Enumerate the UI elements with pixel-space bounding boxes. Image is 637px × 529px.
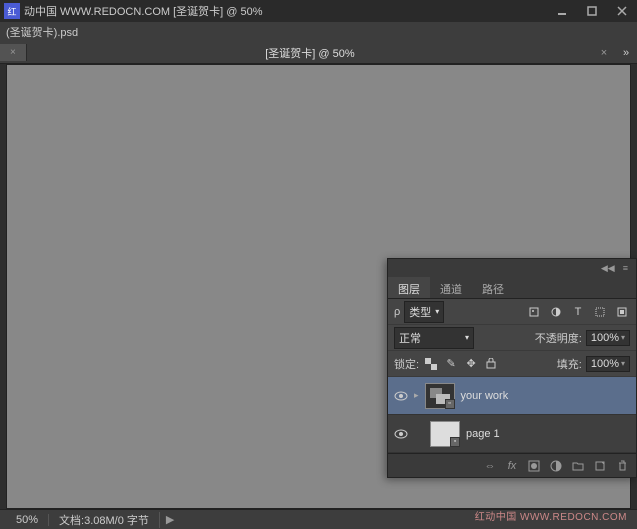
layer-thumbnail[interactable]: ▫ (425, 383, 455, 409)
status-bar: 50% 文档:3.08M/0 字节 ▶ (0, 509, 637, 529)
smart-object-badge-icon: ▫ (450, 437, 460, 447)
document-info: 文档:3.08M/0 字节 (49, 512, 160, 528)
layer-thumbnail[interactable]: ▫ (430, 421, 460, 447)
lock-transparency-icon[interactable] (423, 356, 439, 372)
close-button[interactable] (607, 0, 637, 22)
layer-row[interactable]: ▫ page 1 (388, 415, 636, 453)
opacity-value: 100% (591, 332, 619, 344)
layers-list: ▸ ▫ your work ▫ page 1 (388, 377, 636, 453)
layers-panel-footer: ⇔ fx (388, 453, 636, 477)
fill-label: 填充: (557, 356, 582, 372)
layer-mask-icon[interactable] (526, 458, 542, 474)
visibility-toggle[interactable] (394, 389, 408, 403)
filter-type-icon[interactable]: T (570, 304, 586, 320)
adjustment-layer-icon[interactable] (548, 458, 564, 474)
minimize-button[interactable] (547, 0, 577, 22)
tab-layers[interactable]: 图层 (388, 277, 430, 298)
smart-object-badge-icon: ▫ (445, 399, 455, 409)
document-tab[interactable]: × (0, 44, 27, 61)
fill-field[interactable]: 100% ▾ (586, 356, 630, 372)
status-menu-arrow[interactable]: ▶ (160, 513, 180, 526)
maximize-button[interactable] (577, 0, 607, 22)
chevron-down-icon: ▾ (621, 359, 625, 368)
zoom-level[interactable]: 50% (6, 514, 49, 526)
lock-paint-icon[interactable]: ✎ (443, 356, 459, 372)
maximize-icon (587, 6, 597, 16)
filter-shape-icon[interactable] (592, 304, 608, 320)
app-logo: 红 (4, 3, 20, 19)
lock-all-icon[interactable] (483, 356, 499, 372)
filter-pixel-icon[interactable] (526, 304, 542, 320)
filter-adjust-icon[interactable] (548, 304, 564, 320)
blend-mode-select[interactable]: 正常 ▾ (394, 327, 474, 349)
document-tab-label: [圣诞贺卡] @ 50% (27, 45, 593, 61)
new-layer-icon[interactable] (592, 458, 608, 474)
layer-name[interactable]: page 1 (466, 428, 500, 440)
opacity-field[interactable]: 100% ▾ (586, 330, 630, 346)
close-icon (617, 6, 627, 16)
filter-search-icon: ρ (394, 306, 400, 318)
layer-filter-type[interactable]: 类型 ▾ (404, 301, 444, 323)
layer-filter-label: 类型 (409, 304, 431, 320)
link-layers-icon[interactable]: ⇔ (482, 458, 498, 474)
panel-menu-icon[interactable]: ≡ (619, 263, 632, 273)
window-controls (547, 0, 637, 22)
document-filename: (圣诞贺卡).psd (6, 24, 78, 40)
expand-tabs-button[interactable]: » (615, 47, 637, 59)
lock-label: 锁定: (394, 356, 419, 372)
tab-secondary-close[interactable]: × (593, 47, 615, 59)
layers-panel: ◀◀ ≡ 图层 通道 路径 ρ 类型 ▾ T 正常 ▾ 不透明度: 100% ▾ (387, 258, 637, 478)
panel-collapse-icon[interactable]: ◀◀ (597, 263, 619, 274)
lock-position-icon[interactable]: ✥ (463, 356, 479, 372)
filter-smart-icon[interactable] (614, 304, 630, 320)
layer-group-icon[interactable] (570, 458, 586, 474)
panel-tab-row: 图层 通道 路径 (388, 277, 636, 299)
document-tab-row: × [圣诞贺卡] @ 50% × » (0, 42, 637, 64)
layer-row[interactable]: ▸ ▫ your work (388, 377, 636, 415)
blend-opacity-row: 正常 ▾ 不透明度: 100% ▾ (388, 325, 636, 351)
visibility-toggle[interactable] (394, 427, 408, 441)
layer-fx-icon[interactable]: fx (504, 458, 520, 474)
layer-name[interactable]: your work (461, 390, 509, 402)
tab-paths[interactable]: 路径 (472, 277, 514, 298)
fill-value: 100% (591, 358, 619, 370)
expand-layer-icon[interactable]: ▸ (414, 390, 419, 401)
panel-header: ◀◀ ≡ (388, 259, 636, 277)
layer-filter-row: ρ 类型 ▾ T (388, 299, 636, 325)
blend-mode-value: 正常 (399, 330, 421, 346)
delete-layer-icon[interactable] (614, 458, 630, 474)
lock-fill-row: 锁定: ✎ ✥ 填充: 100% ▾ (388, 351, 636, 377)
opacity-label: 不透明度: (535, 330, 582, 346)
minimize-icon (557, 6, 567, 16)
window-title: 动中国 WWW.REDOCN.COM [圣诞贺卡] @ 50% (24, 3, 263, 19)
tab-channels[interactable]: 通道 (430, 277, 472, 298)
chevron-down-icon: ▾ (621, 333, 625, 342)
tab-close-icon[interactable]: × (10, 47, 16, 58)
window-titlebar: 红 动中国 WWW.REDOCN.COM [圣诞贺卡] @ 50% (0, 0, 637, 22)
document-subtitle: (圣诞贺卡).psd (0, 22, 637, 42)
